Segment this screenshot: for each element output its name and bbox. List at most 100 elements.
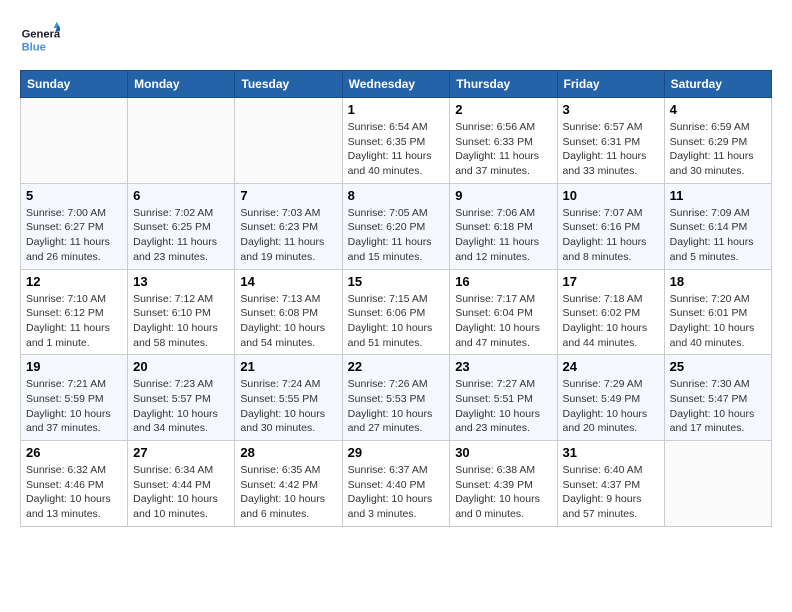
day-info: Sunrise: 7:07 AM Sunset: 6:16 PM Dayligh… xyxy=(563,206,659,265)
calendar-cell: 31 Sunrise: 6:40 AM Sunset: 4:37 PM Dayli… xyxy=(557,441,664,527)
calendar-cell: 23 Sunrise: 7:27 AM Sunset: 5:51 PM Dayli… xyxy=(450,355,557,441)
day-number: 5 xyxy=(26,188,122,203)
day-number: 27 xyxy=(133,445,229,460)
calendar-cell: 20Sunrise: 7:23 AM Sunset: 5:57 PM Dayli… xyxy=(128,355,235,441)
day-info: Sunrise: 7:29 AM Sunset: 5:49 PM Dayligh… xyxy=(563,377,659,436)
column-header-monday: Monday xyxy=(128,71,235,98)
column-header-saturday: Saturday xyxy=(664,71,771,98)
calendar-cell: 5 Sunrise: 7:00 AM Sunset: 6:27 PM Daylig… xyxy=(21,183,128,269)
day-number: 1 xyxy=(348,102,445,117)
calendar-cell: 28Sunrise: 6:35 AM Sunset: 4:42 PM Dayli… xyxy=(235,441,342,527)
day-info: Sunrise: 6:59 AM Sunset: 6:29 PM Dayligh… xyxy=(670,120,766,179)
calendar-cell: 17 Sunrise: 7:18 AM Sunset: 6:02 PM Dayli… xyxy=(557,269,664,355)
day-number: 24 xyxy=(563,359,659,374)
day-info: Sunrise: 7:03 AM Sunset: 6:23 PM Dayligh… xyxy=(240,206,336,265)
day-number: 29 xyxy=(348,445,445,460)
calendar-cell: 15Sunrise: 7:15 AM Sunset: 6:06 PM Dayli… xyxy=(342,269,450,355)
calendar-cell: 10 Sunrise: 7:07 AM Sunset: 6:16 PM Dayli… xyxy=(557,183,664,269)
day-number: 26 xyxy=(26,445,122,460)
day-info: Sunrise: 6:40 AM Sunset: 4:37 PM Dayligh… xyxy=(563,463,659,522)
week-row-3: 12 Sunrise: 7:10 AM Sunset: 6:12 PM Dayli… xyxy=(21,269,772,355)
day-info: Sunrise: 7:24 AM Sunset: 5:55 PM Dayligh… xyxy=(240,377,336,436)
day-number: 19 xyxy=(26,359,122,374)
day-info: Sunrise: 7:10 AM Sunset: 6:12 PM Dayligh… xyxy=(26,292,122,351)
day-info: Sunrise: 6:34 AM Sunset: 4:44 PM Dayligh… xyxy=(133,463,229,522)
day-number: 10 xyxy=(563,188,659,203)
day-number: 31 xyxy=(563,445,659,460)
calendar-cell: 9 Sunrise: 7:06 AM Sunset: 6:18 PM Daylig… xyxy=(450,183,557,269)
calendar-cell: 7 Sunrise: 7:03 AM Sunset: 6:23 PM Daylig… xyxy=(235,183,342,269)
day-info: Sunrise: 7:17 AM Sunset: 6:04 PM Dayligh… xyxy=(455,292,551,351)
svg-text:General: General xyxy=(22,29,60,41)
day-info: Sunrise: 7:18 AM Sunset: 6:02 PM Dayligh… xyxy=(563,292,659,351)
day-number: 23 xyxy=(455,359,551,374)
day-number: 30 xyxy=(455,445,551,460)
calendar-cell: 4Sunrise: 6:59 AM Sunset: 6:29 PM Daylig… xyxy=(664,98,771,184)
day-number: 11 xyxy=(670,188,766,203)
calendar-cell: 24 Sunrise: 7:29 AM Sunset: 5:49 PM Dayli… xyxy=(557,355,664,441)
day-number: 21 xyxy=(240,359,336,374)
day-info: Sunrise: 6:57 AM Sunset: 6:31 PM Dayligh… xyxy=(563,120,659,179)
day-number: 16 xyxy=(455,274,551,289)
day-info: Sunrise: 6:37 AM Sunset: 4:40 PM Dayligh… xyxy=(348,463,445,522)
day-number: 3 xyxy=(563,102,659,117)
day-info: Sunrise: 6:56 AM Sunset: 6:33 PM Dayligh… xyxy=(455,120,551,179)
calendar-cell xyxy=(21,98,128,184)
logo-icon: General Blue xyxy=(20,20,60,60)
calendar-cell: 19 Sunrise: 7:21 AM Sunset: 5:59 PM Dayli… xyxy=(21,355,128,441)
day-number: 7 xyxy=(240,188,336,203)
column-header-thursday: Thursday xyxy=(450,71,557,98)
week-row-2: 5 Sunrise: 7:00 AM Sunset: 6:27 PM Daylig… xyxy=(21,183,772,269)
day-number: 18 xyxy=(670,274,766,289)
day-number: 8 xyxy=(348,188,445,203)
day-number: 25 xyxy=(670,359,766,374)
day-info: Sunrise: 7:02 AM Sunset: 6:25 PM Dayligh… xyxy=(133,206,229,265)
column-header-friday: Friday xyxy=(557,71,664,98)
day-info: Sunrise: 7:27 AM Sunset: 5:51 PM Dayligh… xyxy=(455,377,551,436)
calendar-cell: 27 Sunrise: 6:34 AM Sunset: 4:44 PM Dayli… xyxy=(128,441,235,527)
svg-text:Blue: Blue xyxy=(22,41,46,53)
day-info: Sunrise: 7:15 AM Sunset: 6:06 PM Dayligh… xyxy=(348,292,445,351)
day-info: Sunrise: 7:12 AM Sunset: 6:10 PM Dayligh… xyxy=(133,292,229,351)
column-header-wednesday: Wednesday xyxy=(342,71,450,98)
calendar-cell: 18Sunrise: 7:20 AM Sunset: 6:01 PM Dayli… xyxy=(664,269,771,355)
calendar-cell: 16 Sunrise: 7:17 AM Sunset: 6:04 PM Dayli… xyxy=(450,269,557,355)
day-number: 17 xyxy=(563,274,659,289)
calendar-cell xyxy=(235,98,342,184)
calendar-cell: 3 Sunrise: 6:57 AM Sunset: 6:31 PM Daylig… xyxy=(557,98,664,184)
day-info: Sunrise: 6:54 AM Sunset: 6:35 PM Dayligh… xyxy=(348,120,445,179)
day-number: 2 xyxy=(455,102,551,117)
day-number: 28 xyxy=(240,445,336,460)
calendar-cell: 25 Sunrise: 7:30 AM Sunset: 5:47 PM Dayli… xyxy=(664,355,771,441)
day-number: 9 xyxy=(455,188,551,203)
day-number: 14 xyxy=(240,274,336,289)
calendar-cell: 14 Sunrise: 7:13 AM Sunset: 6:08 PM Dayli… xyxy=(235,269,342,355)
day-info: Sunrise: 7:13 AM Sunset: 6:08 PM Dayligh… xyxy=(240,292,336,351)
day-number: 22 xyxy=(348,359,445,374)
day-number: 6 xyxy=(133,188,229,203)
day-info: Sunrise: 6:32 AM Sunset: 4:46 PM Dayligh… xyxy=(26,463,122,522)
day-info: Sunrise: 6:38 AM Sunset: 4:39 PM Dayligh… xyxy=(455,463,551,522)
column-header-tuesday: Tuesday xyxy=(235,71,342,98)
calendar-cell: 29 Sunrise: 6:37 AM Sunset: 4:40 PM Dayli… xyxy=(342,441,450,527)
calendar-cell: 8Sunrise: 7:05 AM Sunset: 6:20 PM Daylig… xyxy=(342,183,450,269)
day-info: Sunrise: 7:21 AM Sunset: 5:59 PM Dayligh… xyxy=(26,377,122,436)
day-info: Sunrise: 7:06 AM Sunset: 6:18 PM Dayligh… xyxy=(455,206,551,265)
column-header-sunday: Sunday xyxy=(21,71,128,98)
calendar-cell: 13Sunrise: 7:12 AM Sunset: 6:10 PM Dayli… xyxy=(128,269,235,355)
calendar-cell: 12 Sunrise: 7:10 AM Sunset: 6:12 PM Dayli… xyxy=(21,269,128,355)
day-info: Sunrise: 7:26 AM Sunset: 5:53 PM Dayligh… xyxy=(348,377,445,436)
day-info: Sunrise: 7:30 AM Sunset: 5:47 PM Dayligh… xyxy=(670,377,766,436)
week-row-5: 26 Sunrise: 6:32 AM Sunset: 4:46 PM Dayli… xyxy=(21,441,772,527)
day-info: Sunrise: 7:23 AM Sunset: 5:57 PM Dayligh… xyxy=(133,377,229,436)
day-header-row: SundayMondayTuesdayWednesdayThursdayFrid… xyxy=(21,71,772,98)
page-header: General Blue xyxy=(20,20,772,60)
calendar-cell: 26 Sunrise: 6:32 AM Sunset: 4:46 PM Dayli… xyxy=(21,441,128,527)
calendar-table: SundayMondayTuesdayWednesdayThursdayFrid… xyxy=(20,70,772,527)
logo: General Blue xyxy=(20,20,66,60)
calendar-cell: 11Sunrise: 7:09 AM Sunset: 6:14 PM Dayli… xyxy=(664,183,771,269)
day-number: 12 xyxy=(26,274,122,289)
day-info: Sunrise: 7:00 AM Sunset: 6:27 PM Dayligh… xyxy=(26,206,122,265)
calendar-cell: 1 Sunrise: 6:54 AM Sunset: 6:35 PM Daylig… xyxy=(342,98,450,184)
week-row-1: 1 Sunrise: 6:54 AM Sunset: 6:35 PM Daylig… xyxy=(21,98,772,184)
